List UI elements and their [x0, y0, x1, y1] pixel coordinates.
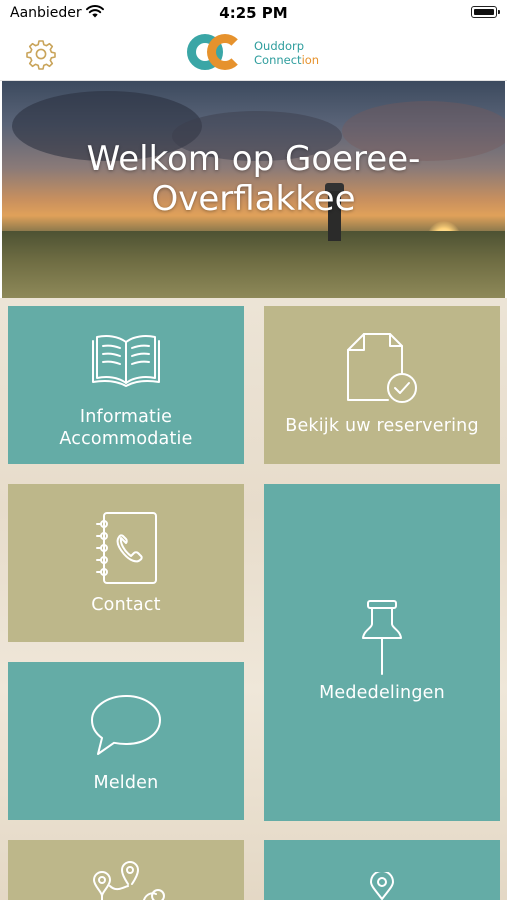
- top-bar: Ouddorp Connection: [0, 28, 507, 81]
- status-bar: Aanbieder 4:25 PM: [0, 0, 507, 28]
- hero-title: Welkom op Goeree- Overflakkee: [86, 139, 421, 219]
- app-logo: Ouddorp Connection: [185, 32, 335, 74]
- clock: 4:25 PM: [219, 4, 288, 22]
- tile-locatie[interactable]: [264, 840, 500, 900]
- tile-melden[interactable]: Melden: [8, 662, 244, 820]
- tile-bekijk-reservering[interactable]: Bekijk uw reservering: [264, 306, 500, 464]
- document-check-icon: [347, 333, 417, 403]
- tile-mededelingen[interactable]: Mededelingen: [264, 484, 500, 821]
- book-icon: [92, 335, 160, 387]
- dune-grass: [2, 231, 505, 298]
- pushpin-icon: [362, 600, 402, 675]
- location-pin-icon: [370, 872, 394, 900]
- route-icon: [93, 861, 165, 900]
- tile-label: Mededelingen: [319, 683, 445, 703]
- tile-label: Melden: [93, 773, 159, 793]
- phonebook-icon: [96, 512, 157, 584]
- gear-icon[interactable]: [24, 37, 58, 71]
- tile-route[interactable]: [8, 840, 244, 900]
- tile-label: Contact: [91, 595, 161, 615]
- tile-label: Informatie Accommodatie: [59, 407, 193, 449]
- logo-text-ouddorp: Ouddorp: [254, 39, 305, 53]
- logo-c-mark: [207, 34, 243, 70]
- speech-bubble-icon: [91, 695, 161, 755]
- tile-label: Bekijk uw reservering: [285, 416, 479, 436]
- hero-banner: Welkom op Goeree- Overflakkee: [2, 81, 505, 298]
- tile-contact[interactable]: Contact: [8, 484, 244, 642]
- battery-icon: [471, 6, 500, 18]
- tile-informatie-accommodatie[interactable]: Informatie Accommodatie: [8, 306, 244, 464]
- logo-text-connection: Connection: [254, 53, 320, 67]
